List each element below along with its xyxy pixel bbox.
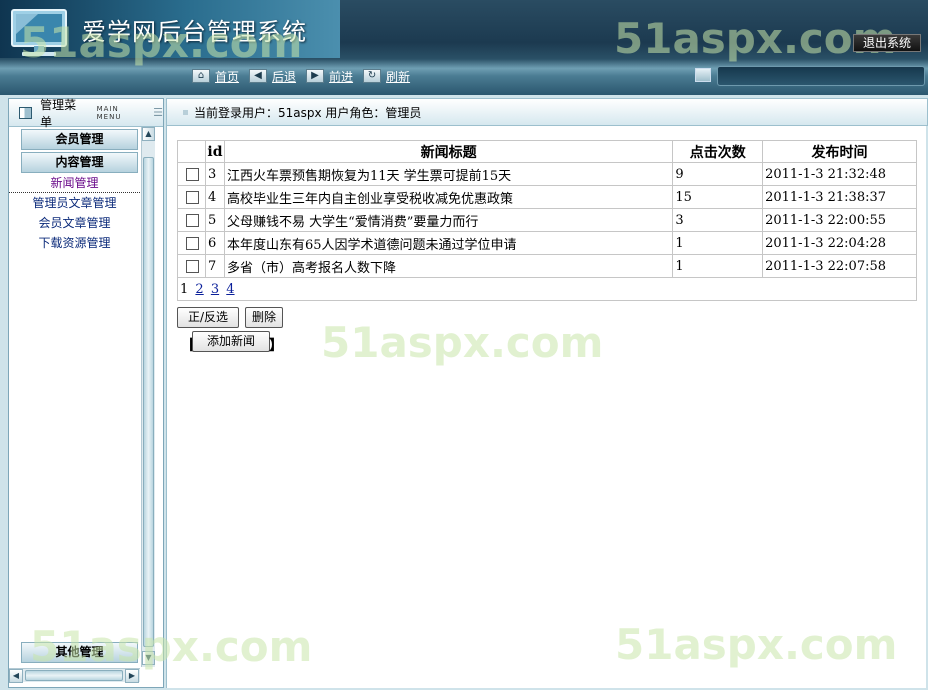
row-id: 4 bbox=[204, 185, 225, 209]
row-clicks: 1 bbox=[672, 254, 764, 278]
page-link[interactable]: 4 bbox=[226, 282, 234, 297]
nav-home-label: 首页 bbox=[215, 69, 240, 84]
row-clicks: 1 bbox=[672, 231, 764, 255]
pager-row: 1 2 3 4 bbox=[177, 277, 917, 301]
sidebar-category-members[interactable]: 会员管理 bbox=[21, 129, 138, 150]
sidebar-title: 管理菜单 bbox=[40, 97, 77, 129]
table-row: 5 父母赚钱不易 大学生“爱情消费”要量力而行 3 2011-1-3 22:00… bbox=[177, 208, 917, 232]
table-row: 3 江西火车票预售期恢复为11天 学生票可提前15天 9 2011-1-3 21… bbox=[177, 162, 917, 186]
search-input[interactable] bbox=[717, 66, 925, 86]
column-header-clicks: 点击次数 bbox=[672, 140, 764, 163]
sidebar-menu: 会员管理 内容管理 新闻管理 管理员文章管理 会员文章管理 下载资源管理 其他管… bbox=[9, 127, 140, 687]
scroll-thumb[interactable] bbox=[25, 670, 123, 681]
watermark: 51aspx.com bbox=[321, 318, 604, 367]
forward-icon: ▶ bbox=[306, 69, 325, 83]
menu-icon bbox=[19, 106, 33, 119]
login-info-bar: 当前登录用户：51aspx 用户角色：管理员 bbox=[166, 98, 928, 126]
toggle-select-button[interactable]: 正/反选 bbox=[177, 307, 239, 328]
row-clicks: 3 bbox=[672, 208, 764, 232]
page-current: 1 bbox=[180, 281, 189, 297]
row-time: 2011-1-3 22:00:55 bbox=[762, 208, 917, 232]
table-row: 6 本年度山东有65人因学术道德问题未通过学位申请 1 2011-1-3 22:… bbox=[177, 231, 917, 255]
nav-toolbar: ⌂ 首页 ◀ 后退 ▶ 前进 ↻ 刷新 bbox=[192, 66, 420, 86]
sidebar-subtitle: MAIN MENU bbox=[96, 104, 122, 121]
main-content: id 新闻标题 点击次数 发布时间 3 江西火车票预售期恢复为11天 学生票可提… bbox=[166, 126, 926, 688]
column-header-title: 新闻标题 bbox=[223, 140, 674, 163]
row-title: 父母赚钱不易 大学生“爱情消费”要量力而行 bbox=[223, 208, 674, 232]
sidebar-category-content[interactable]: 内容管理 bbox=[21, 152, 138, 173]
nav-forward-label: 前进 bbox=[329, 69, 354, 84]
list-icon[interactable]: ☰ bbox=[153, 106, 163, 119]
sidebar-item-downloads[interactable]: 下载资源管理 bbox=[9, 233, 140, 253]
nav-refresh[interactable]: ↻ 刷新 bbox=[363, 68, 410, 85]
app-title: 爱学网后台管理系统 bbox=[82, 18, 307, 46]
sidebar-item-news[interactable]: 新闻管理 bbox=[9, 173, 140, 193]
row-title: 高校毕业生三年内自主创业享受税收减免优惠政策 bbox=[223, 185, 674, 209]
column-header-time: 发布时间 bbox=[762, 140, 917, 163]
refresh-icon: ↻ bbox=[363, 69, 382, 83]
row-clicks: 15 bbox=[672, 185, 764, 209]
delete-button[interactable]: 删除 bbox=[245, 307, 283, 328]
row-id: 7 bbox=[204, 254, 225, 278]
nav-home[interactable]: ⌂ 首页 bbox=[192, 68, 239, 85]
table-header-row: id 新闻标题 点击次数 发布时间 bbox=[177, 140, 917, 163]
home-icon: ⌂ bbox=[192, 69, 210, 83]
add-news-button[interactable]: 添加新闻 bbox=[192, 331, 270, 352]
nav-back-label: 后退 bbox=[272, 69, 297, 84]
row-checkbox[interactable] bbox=[185, 190, 199, 204]
row-time: 2011-1-3 22:04:28 bbox=[762, 231, 917, 255]
table-row: 7 多省（市）高考报名人数下降 1 2011-1-3 22:07:58 bbox=[177, 254, 917, 278]
scroll-down-icon[interactable]: ▼ bbox=[142, 651, 155, 665]
sidebar-header: 管理菜单 MAIN MENU ☰ bbox=[9, 97, 163, 129]
nav-refresh-label: 刷新 bbox=[386, 69, 411, 84]
row-checkbox[interactable] bbox=[185, 259, 199, 273]
sidebar-item-admin-articles[interactable]: 管理员文章管理 bbox=[9, 193, 140, 213]
monitor-logo-icon bbox=[11, 9, 67, 56]
news-table: id 新闻标题 点击次数 发布时间 3 江西火车票预售期恢复为11天 学生票可提… bbox=[177, 140, 917, 301]
login-info-text: 当前登录用户：51aspx 用户角色：管理员 bbox=[194, 105, 422, 120]
page-link[interactable]: 3 bbox=[211, 282, 219, 297]
row-id: 5 bbox=[204, 208, 225, 232]
app-header: 爱学网后台管理系统 51aspx.com 51aspx.com 退出系统 ⌂ 首… bbox=[0, 0, 928, 95]
row-time: 2011-1-3 21:38:37 bbox=[762, 185, 917, 209]
row-title: 多省（市）高考报名人数下降 bbox=[223, 254, 674, 278]
scroll-left-icon[interactable]: ◀ bbox=[9, 669, 23, 683]
row-title: 江西火车票预售期恢复为11天 学生票可提前15天 bbox=[223, 162, 674, 186]
row-checkbox[interactable] bbox=[185, 167, 199, 181]
logo-area: 爱学网后台管理系统 bbox=[0, 0, 340, 58]
row-id: 6 bbox=[204, 231, 225, 255]
pagination: 1 2 3 4 bbox=[177, 277, 917, 301]
nav-forward[interactable]: ▶ 前进 bbox=[306, 68, 353, 85]
sidebar-item-member-articles[interactable]: 会员文章管理 bbox=[9, 213, 140, 233]
sidebar-horizontal-scrollbar[interactable]: ◀ ▶ bbox=[9, 668, 140, 683]
row-time: 2011-1-3 22:07:58 bbox=[762, 254, 917, 278]
table-row: 4 高校毕业生三年内自主创业享受税收减免优惠政策 15 2011-1-3 21:… bbox=[177, 185, 917, 209]
row-checkbox[interactable] bbox=[185, 213, 199, 227]
row-clicks: 9 bbox=[672, 162, 764, 186]
row-time: 2011-1-3 21:32:48 bbox=[762, 162, 917, 186]
screen-icon[interactable] bbox=[695, 68, 711, 82]
sidebar-vertical-scrollbar[interactable]: ▲ ▼ bbox=[141, 127, 155, 667]
row-checkbox[interactable] bbox=[185, 236, 199, 250]
sidebar-category-other[interactable]: 其他管理 bbox=[21, 642, 138, 663]
scroll-thumb[interactable] bbox=[143, 157, 154, 647]
scroll-up-icon[interactable]: ▲ bbox=[142, 127, 155, 141]
back-icon: ◀ bbox=[249, 69, 268, 83]
page-link[interactable]: 2 bbox=[195, 282, 203, 297]
scroll-right-icon[interactable]: ▶ bbox=[125, 669, 139, 683]
sidebar: 管理菜单 MAIN MENU ☰ 会员管理 内容管理 新闻管理 管理员文章管理 … bbox=[8, 98, 164, 688]
exit-system-button[interactable]: 退出系统 bbox=[853, 34, 921, 52]
row-id: 3 bbox=[204, 162, 225, 186]
column-header-id: id bbox=[204, 140, 225, 163]
nav-back[interactable]: ◀ 后退 bbox=[249, 68, 296, 85]
row-title: 本年度山东有65人因学术道德问题未通过学位申请 bbox=[223, 231, 674, 255]
bullet-icon bbox=[183, 109, 188, 115]
watermark: 51aspx.com bbox=[615, 620, 898, 669]
column-header-select bbox=[177, 140, 206, 163]
bracket-right: 】 bbox=[269, 338, 283, 354]
